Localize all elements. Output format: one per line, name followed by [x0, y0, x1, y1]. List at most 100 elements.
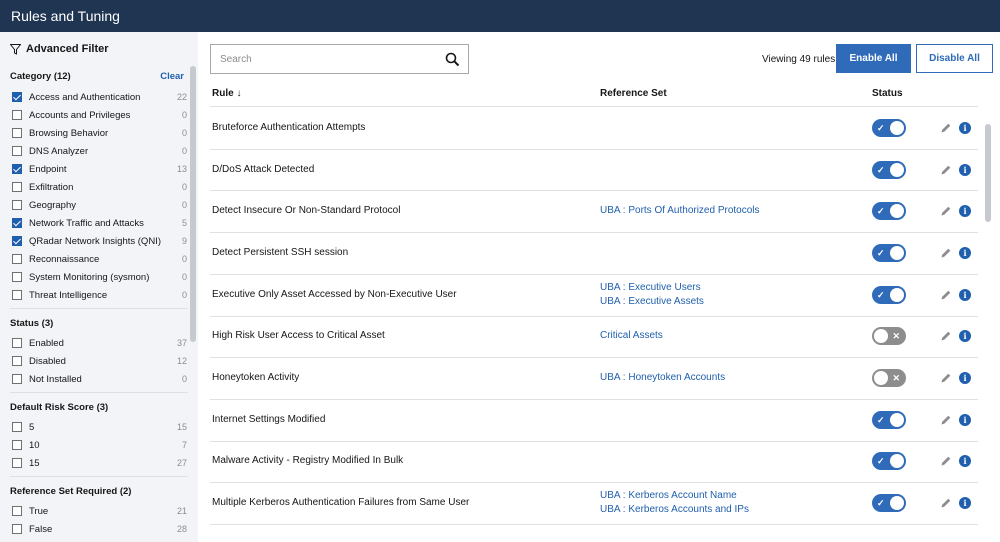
filter-checkbox[interactable] — [12, 422, 22, 432]
pencil-icon[interactable] — [940, 455, 952, 467]
filter-option-count: 28 — [176, 524, 187, 534]
filter-option[interactable]: QRadar Network Insights (QNI) 9 — [12, 232, 187, 250]
search-icon[interactable] — [445, 52, 460, 67]
reference-set-link[interactable]: UBA : Honeytoken Accounts — [600, 371, 725, 385]
reference-set-link[interactable]: UBA : Kerberos Account Name — [600, 489, 749, 503]
row-divider — [210, 357, 978, 359]
filter-checkbox[interactable] — [12, 338, 22, 348]
filter-option[interactable]: False 28 — [12, 520, 187, 538]
filter-checkbox[interactable] — [12, 128, 22, 138]
filter-option[interactable]: 15 27 — [12, 454, 187, 472]
reference-set-link[interactable]: UBA : Executive Assets — [600, 295, 704, 309]
filter-group-title: Reference Set Required (2) — [10, 486, 132, 497]
search-input[interactable] — [220, 53, 435, 65]
info-icon[interactable]: i — [959, 372, 971, 385]
filter-group-divider — [10, 392, 188, 393]
pencil-icon[interactable] — [940, 247, 952, 259]
filter-checkbox[interactable] — [12, 374, 22, 384]
filter-option[interactable]: True 21 — [12, 502, 187, 520]
filter-option[interactable]: Enabled 37 — [12, 334, 187, 352]
status-toggle[interactable]: ✓ — [872, 410, 906, 429]
status-toggle[interactable]: ✓ — [872, 160, 906, 179]
enable-all-button[interactable]: Enable All — [836, 44, 911, 73]
filter-option[interactable]: Browsing Behavior 0 — [12, 124, 187, 142]
status-toggle[interactable]: ✓ — [872, 202, 906, 221]
filter-checkbox[interactable] — [12, 506, 22, 516]
filter-option-label: QRadar Network Insights (QNI) — [29, 235, 161, 247]
info-icon[interactable]: i — [959, 288, 971, 301]
filter-option[interactable]: System Monitoring (sysmon) 0 — [12, 268, 187, 286]
filter-checkbox[interactable] — [12, 254, 22, 264]
row-divider — [210, 232, 978, 234]
pencil-icon[interactable] — [940, 164, 952, 176]
pencil-icon[interactable] — [940, 414, 952, 426]
status-toggle[interactable]: ✓ — [872, 452, 906, 471]
filter-checkbox[interactable] — [12, 182, 22, 192]
rule-name: Detect Insecure Or Non-Standard Protocol — [212, 205, 401, 217]
filter-checkbox[interactable] — [12, 524, 22, 534]
filter-option-count: 0 — [181, 272, 187, 282]
filter-option[interactable]: Disabled 12 — [12, 352, 187, 370]
info-icon[interactable]: i — [959, 330, 971, 343]
filter-checkbox[interactable] — [12, 92, 22, 102]
info-icon[interactable]: i — [959, 163, 971, 176]
filter-checkbox[interactable] — [12, 356, 22, 366]
filter-option[interactable]: Accounts and Privileges 0 — [12, 106, 187, 124]
sidebar-scrollbar[interactable] — [190, 66, 196, 342]
info-icon[interactable]: i — [959, 246, 971, 259]
filter-checkbox[interactable] — [12, 458, 22, 468]
filter-checkbox[interactable] — [12, 236, 22, 246]
reference-set-link[interactable]: UBA : Executive Users — [600, 281, 704, 295]
pencil-icon[interactable] — [940, 289, 952, 301]
clear-filters-link[interactable]: Clear — [160, 71, 184, 82]
reference-set-link[interactable]: UBA : Ports Of Authorized Protocols — [600, 204, 760, 218]
filter-option[interactable]: DNS Analyzer 0 — [12, 142, 187, 160]
reference-set-link[interactable]: Critical Assets — [600, 329, 663, 343]
status-toggle[interactable]: ✓ — [872, 118, 906, 137]
status-toggle[interactable]: ✓ — [872, 285, 906, 304]
column-header-rule[interactable]: Rule ↓ — [212, 88, 241, 108]
filter-option[interactable]: Access and Authentication 22 — [12, 88, 187, 106]
filter-option[interactable]: Threat Intelligence 0 — [12, 286, 187, 304]
status-toggle[interactable]: ✕ — [872, 369, 906, 388]
filter-checkbox[interactable] — [12, 290, 22, 300]
info-icon[interactable]: i — [959, 497, 971, 510]
filter-option[interactable]: Network Traffic and Attacks 5 — [12, 214, 187, 232]
pencil-icon[interactable] — [940, 330, 952, 342]
filter-checkbox[interactable] — [12, 272, 22, 282]
info-icon[interactable]: i — [959, 413, 971, 426]
filter-option[interactable]: Not Installed 0 — [12, 370, 187, 388]
pencil-icon[interactable] — [940, 372, 952, 384]
reference-set-link[interactable]: UBA : Kerberos Accounts and IPs — [600, 503, 749, 517]
filter-checkbox[interactable] — [12, 164, 22, 174]
filter-option[interactable]: 5 15 — [12, 418, 187, 436]
filter-option-label: 10 — [29, 439, 40, 451]
info-icon[interactable]: i — [959, 455, 971, 468]
filter-checkbox[interactable] — [12, 146, 22, 156]
filter-option[interactable]: 10 7 — [12, 436, 187, 454]
reference-set-cell: UBA : Kerberos Account Name UBA : Kerbero… — [600, 489, 749, 517]
status-toggle[interactable]: ✓ — [872, 494, 906, 513]
pencil-icon[interactable] — [940, 122, 952, 134]
status-toggle[interactable]: ✕ — [872, 327, 906, 346]
filter-option-label: Geography — [29, 199, 77, 211]
info-icon[interactable]: i — [959, 121, 971, 134]
pencil-icon[interactable] — [940, 205, 952, 217]
filter-checkbox[interactable] — [12, 440, 22, 450]
pencil-icon[interactable] — [940, 497, 952, 509]
advanced-filter-title: Advanced Filter — [26, 43, 109, 55]
check-icon: ✓ — [877, 414, 885, 425]
filter-checkbox[interactable] — [12, 110, 22, 120]
filter-option[interactable]: Endpoint 13 — [12, 160, 187, 178]
filter-checkbox[interactable] — [12, 200, 22, 210]
filter-option[interactable]: Exfiltration 0 — [12, 178, 187, 196]
filter-option[interactable]: Geography 0 — [12, 196, 187, 214]
table-scrollbar[interactable] — [985, 124, 991, 222]
filter-option-label: Reconnaissance — [29, 253, 100, 265]
filter-checkbox[interactable] — [12, 218, 22, 228]
filter-option[interactable]: Reconnaissance 0 — [12, 250, 187, 268]
status-toggle[interactable]: ✓ — [872, 243, 906, 262]
disable-all-button[interactable]: Disable All — [916, 44, 993, 73]
info-icon[interactable]: i — [959, 205, 971, 218]
filter-option-label: Access and Authentication — [29, 91, 141, 103]
